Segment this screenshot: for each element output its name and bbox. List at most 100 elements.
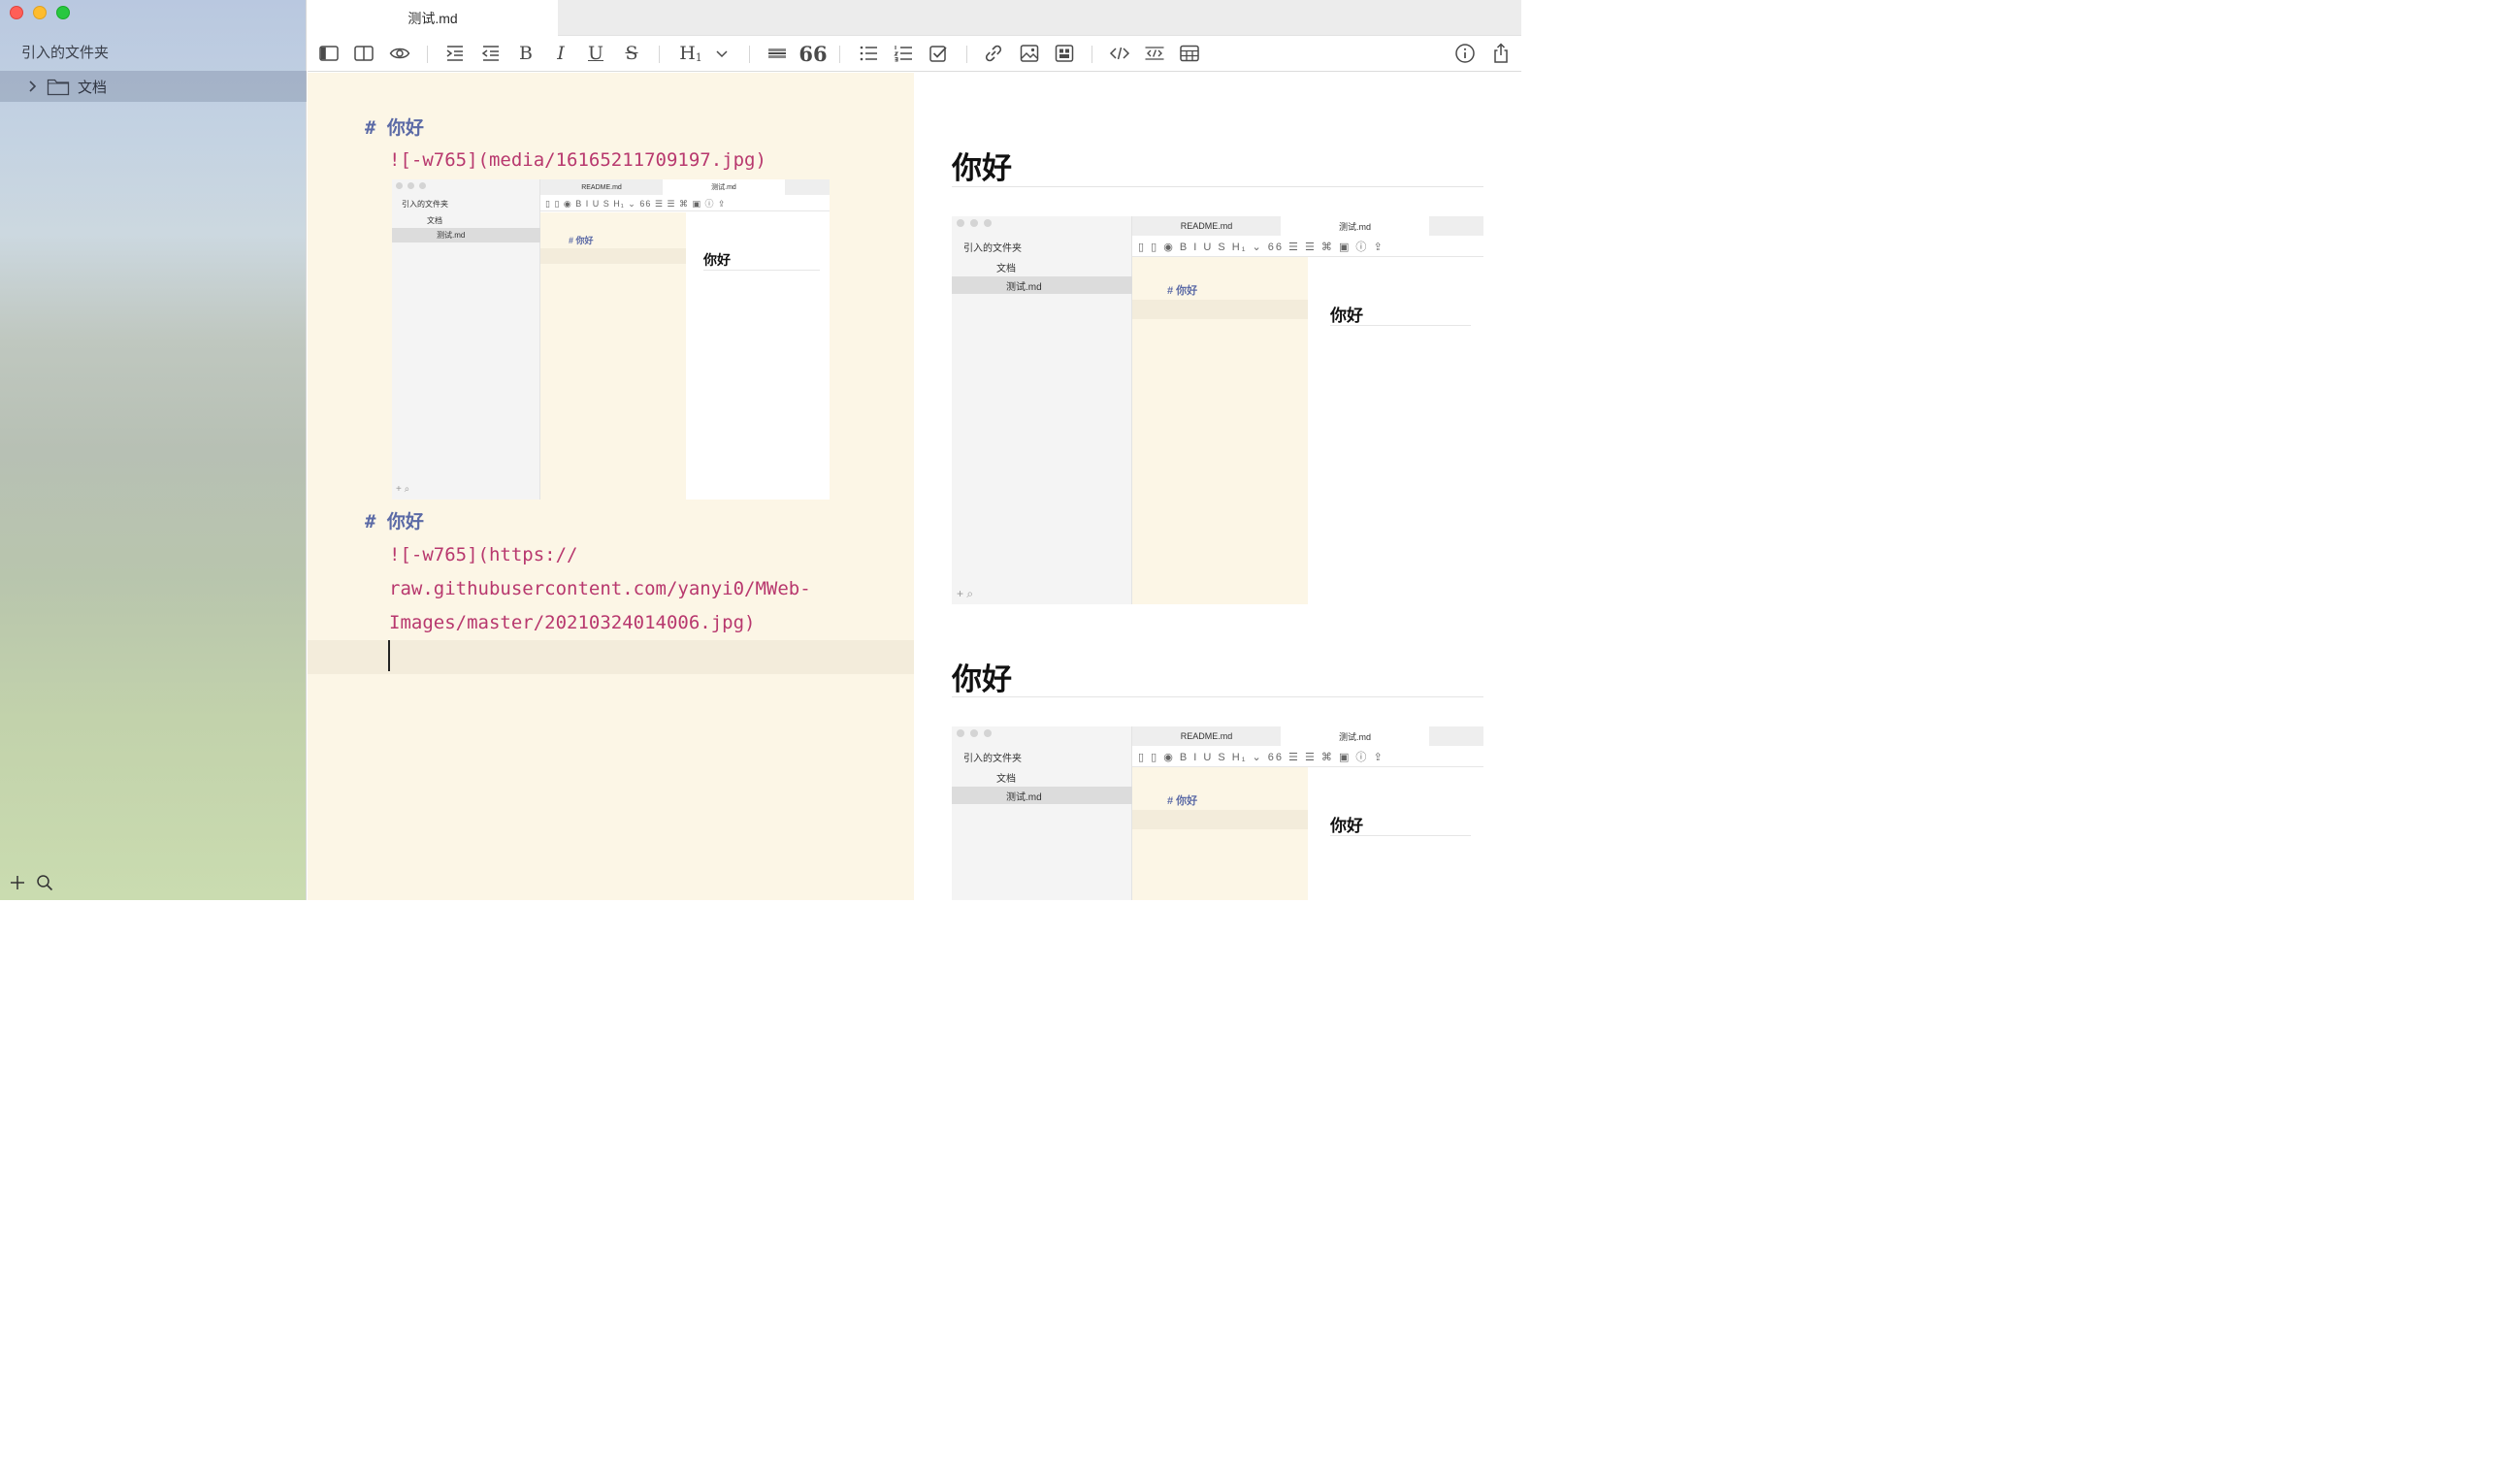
mini-sidebar-title: 引入的文件夹 [402,200,448,209]
mini-tab-test: 测试.md [1281,726,1429,746]
underline-label: U [587,43,603,64]
heading-button[interactable]: H1 [676,42,705,65]
toolbar-separator [749,46,750,63]
info-icon[interactable] [1452,42,1478,65]
editor-heading-2: # 你好 [365,511,424,532]
mini-file-label: 测试.md [1006,792,1042,803]
horizontal-rule-icon[interactable] [765,42,790,65]
mini-traffic-dot [957,729,964,737]
mini-tab-test: 测试.md [663,179,785,195]
bold-button[interactable]: B [513,42,538,65]
strikethrough-button[interactable]: S [619,42,644,65]
mini-current-line [1132,300,1308,319]
mini-sidebar-title: 引入的文件夹 [963,243,1022,254]
bold-label: B [519,43,533,64]
mini-tab-test: 测试.md [1281,216,1429,236]
code-block-icon[interactable] [1142,42,1167,65]
preview-image-1: 引入的文件夹 文档 测试.md + ⌕ README.md 测试.md ▯ ▯ … [952,216,1483,604]
mini-editor [1132,767,1308,900]
markdown-editor[interactable]: # 你好 ![-w765](media/16165211709197.jpg) … [308,73,914,900]
editor-inline-image-1: 引入的文件夹 文档 测试.md + ⌕ README.md 测试.md ▯ ▯ … [392,179,830,500]
mini-editor-heading: # 你好 [1167,285,1198,297]
tab-bar: 测试.md [308,0,1521,36]
preview-heading-1: 你好 [952,151,1012,185]
image-upload-icon[interactable] [1052,42,1077,65]
mini-tab-readme: README.md [540,179,663,195]
mini-current-line [1132,810,1308,829]
chevron-right-icon[interactable] [25,80,39,93]
search-icon[interactable] [35,873,54,892]
mini-folder-label: 文档 [996,774,1016,785]
heading-level-label: 1 [695,50,702,64]
table-icon[interactable] [1177,42,1202,65]
toolbar-separator [839,46,840,63]
toolbar-separator [966,46,967,63]
checkbox-icon[interactable] [926,42,951,65]
close-window-button[interactable] [10,6,23,19]
mini-traffic-dot [970,219,978,227]
mini-bottom-actions: + ⌕ [396,484,410,495]
code-icon[interactable] [1107,42,1132,65]
preview-heading-rule [952,696,1483,697]
sidebar-folder-label: 文档 [78,79,108,96]
mini-traffic-dot [984,219,992,227]
mini-selected-row [392,228,540,242]
tab-test-md[interactable]: 测试.md [308,0,558,36]
outdent-icon[interactable] [478,42,504,65]
folder-icon [47,79,70,96]
italic-label: I [557,43,565,64]
link-icon[interactable] [981,42,1006,65]
minimize-window-button[interactable] [33,6,47,19]
mini-selected-row [952,276,1132,294]
mini-traffic-dot [407,182,414,189]
quote-icon[interactable]: 66 [798,41,828,66]
sidebar-item-folder[interactable]: 文档 [0,71,307,102]
underline-button[interactable]: U [583,42,608,65]
mini-toolbar: ▯ ▯ ◉ B I U S H₁ ⌄ 66 ☰ ☰ ⌘ ▣ ⓘ ⇪ [540,195,830,211]
preview-heading-2: 你好 [952,662,1012,696]
mini-traffic-dot [396,182,403,189]
strikethrough-label: S [625,43,638,64]
mini-tab-readme: README.md [1132,726,1281,746]
split-view-icon[interactable] [351,42,376,65]
editor-image-link-1: ![-w765](media/16165211709197.jpg) [389,149,766,171]
preview-eye-icon[interactable] [387,42,412,65]
editor-heading-1: # 你好 [365,117,424,139]
mini-toolbar: ▯ ▯ ◉ B I U S H₁ ⌄ 66 ☰ ☰ ⌘ ▣ ⓘ ⇪ [1132,236,1483,257]
text-caret [388,640,390,671]
indent-icon[interactable] [442,42,468,65]
share-icon[interactable] [1488,42,1514,65]
toolbar-separator [659,46,660,63]
editor-current-line[interactable] [308,640,914,674]
numbered-list-icon[interactable] [891,42,916,65]
italic-button[interactable]: I [548,42,573,65]
mini-current-line [540,248,686,264]
editor-image-link-2-line-3: Images/master/20210324014006.jpg) [389,612,756,633]
editor-image-link-2-line-1: ![-w765](https:// [389,544,578,565]
markdown-preview[interactable]: 你好 引入的文件夹 文档 测试.md + ⌕ README.md 测试.md ▯… [914,73,1521,900]
chevron-down-icon[interactable] [709,42,734,65]
mini-sidebar-title: 引入的文件夹 [963,754,1022,764]
bullet-list-icon[interactable] [856,42,881,65]
zoom-window-button[interactable] [56,6,70,19]
plus-icon[interactable] [8,873,27,892]
toolbar: B I U S H1 66 [308,36,1521,72]
tab-label: 测试.md [407,10,458,26]
sidebar-toggle-icon[interactable] [316,42,342,65]
mini-traffic-dot [957,219,964,227]
mini-traffic-dot [970,729,978,737]
mini-folder-label: 文档 [996,264,1016,274]
mini-editor-heading: # 你好 [1167,795,1198,807]
mini-heading-rule [1330,325,1471,326]
mini-preview-heading: 你好 [703,252,731,268]
mini-traffic-dot [984,729,992,737]
sidebar: 引入的文件夹 文档 [0,0,307,900]
sidebar-title: 引入的文件夹 [21,45,110,61]
preview-heading-rule [952,186,1483,187]
mini-selected-row [952,787,1132,804]
mini-toolbar: ▯ ▯ ◉ B I U S H₁ ⌄ 66 ☰ ☰ ⌘ ▣ ⓘ ⇪ [1132,746,1483,767]
image-icon[interactable] [1017,42,1042,65]
quote-label: 66 [798,41,828,66]
mini-folder-label: 文档 [427,216,442,225]
mini-tab-readme: README.md [1132,216,1281,236]
